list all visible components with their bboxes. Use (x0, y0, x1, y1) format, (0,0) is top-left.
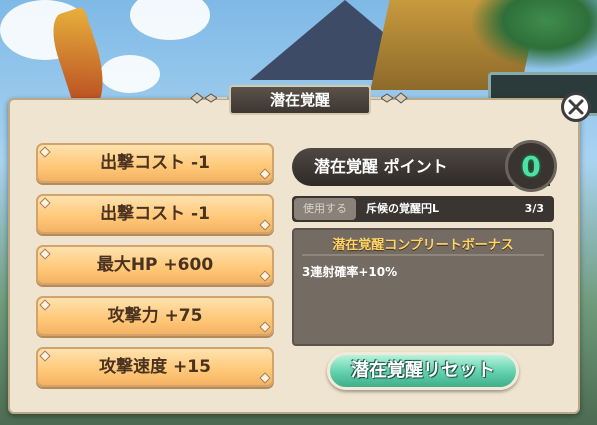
awakening-skill-slot[interactable]: 出撃コスト -1 (36, 143, 274, 183)
skill-label: 出撃コスト -1 (100, 153, 210, 173)
points-value-badge: 0 (505, 140, 557, 192)
awakening-skill-slot[interactable]: 最大HP +600 (36, 245, 274, 285)
corner-ornament (39, 197, 51, 209)
points-value: 0 (521, 149, 541, 183)
corner-ornament (259, 372, 271, 384)
skill-label: 出撃コスト -1 (100, 204, 210, 224)
dialog-title-ribbon: 潜在覚醒 (185, 83, 411, 115)
corner-ornament (259, 168, 271, 180)
corner-ornament (39, 146, 51, 158)
use-item-row: 使用する 斥候の覚醒円L 3/3 (292, 196, 554, 222)
awakening-skill-slot[interactable]: 攻撃力 +75 (36, 296, 274, 336)
corner-ornament (259, 219, 271, 231)
ornament-icon (190, 92, 227, 104)
close-button[interactable] (561, 92, 591, 122)
use-item-button[interactable]: 使用する (294, 198, 356, 220)
background-palm (470, 0, 597, 70)
awakening-skill-slot[interactable]: 攻撃速度 +15 (36, 347, 274, 387)
skill-label: 最大HP +600 (96, 255, 214, 275)
awakening-skill-slot[interactable]: 出撃コスト -1 (36, 194, 274, 234)
complete-bonus-box: 潜在覚醒コンプリートボーナス 3連射確率+10% (292, 228, 554, 346)
awakening-reset-button[interactable]: 潜在覚醒リセット (327, 352, 519, 390)
skill-label: 攻撃速度 +15 (99, 357, 211, 377)
complete-bonus-heading: 潜在覚醒コンプリートボーナス (332, 238, 514, 253)
corner-ornament (39, 350, 51, 362)
corner-ornament (259, 321, 271, 333)
background-cloud (130, 0, 210, 40)
use-item-name: 斥候の覚醒円L (366, 202, 440, 215)
points-label: 潜在覚醒 ポイント (314, 157, 448, 176)
dialog-title: 潜在覚醒 (229, 85, 371, 115)
complete-bonus-text: 3連射確率+10% (302, 265, 398, 279)
corner-ornament (259, 270, 271, 282)
corner-ornament (39, 248, 51, 260)
skill-label: 攻撃力 +75 (107, 306, 203, 326)
use-item-count: 3/3 (524, 202, 544, 215)
ornament-icon (371, 92, 408, 104)
divider (302, 254, 544, 256)
background-cloud (100, 55, 160, 93)
corner-ornament (39, 299, 51, 311)
close-icon (568, 99, 584, 115)
